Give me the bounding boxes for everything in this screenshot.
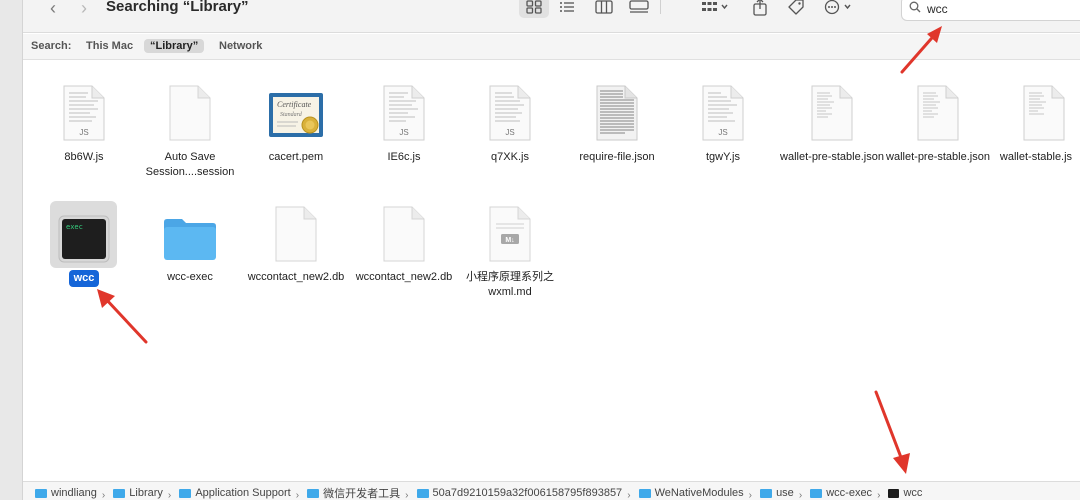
document-icon: [374, 203, 434, 265]
tag-button[interactable]: [781, 0, 811, 18]
terminal-exec-icon: exec: [54, 208, 114, 270]
svg-text:JS: JS: [505, 128, 514, 137]
svg-text:JS: JS: [718, 128, 727, 137]
exec-icon: [888, 488, 900, 498]
path-crumb[interactable]: 微信开发者工具: [307, 485, 400, 500]
icon-view-button[interactable]: [519, 0, 549, 18]
path-separator: ›: [877, 489, 881, 500]
more-actions-button[interactable]: [819, 0, 859, 18]
folder-icon: [307, 488, 320, 498]
scope-this-mac[interactable]: This Mac: [86, 40, 133, 52]
file-name: cacert.pem: [268, 151, 324, 163]
document-icon: [266, 203, 326, 265]
js-file-icon: JS: [480, 82, 540, 144]
path-separator: ›: [748, 489, 752, 500]
path-crumb[interactable]: wcc: [888, 487, 922, 499]
certificate-icon: Certificate Standard: [266, 86, 326, 148]
forward-button[interactable]: ›: [73, 0, 95, 18]
sidebar-edge: [0, 0, 23, 500]
file-name: wallet-stable.js: [999, 151, 1073, 163]
file-name: Auto Save Session....session: [145, 151, 235, 178]
js-file-icon: [1014, 82, 1074, 144]
file-name: q7XK.js: [491, 151, 529, 163]
selected-file-label: wcc: [68, 270, 100, 287]
path-separator: ›: [101, 489, 106, 500]
folder-icon: [160, 208, 220, 270]
scope-library[interactable]: “Library”: [144, 39, 205, 53]
file-name: wallet-pre-stable.json: [886, 151, 990, 163]
search-scope-label: Search:: [31, 40, 72, 52]
file-name: wcc-exec: [167, 271, 213, 283]
file-name: 小程序原理系列之wxml.md: [466, 271, 554, 298]
svg-text:JS: JS: [79, 128, 88, 137]
markdown-file-icon: M↓: [480, 203, 540, 265]
folder-icon: [179, 488, 192, 498]
svg-text:JS: JS: [399, 128, 408, 137]
column-view-button[interactable]: [589, 0, 619, 18]
js-file-icon: JS: [693, 82, 753, 144]
file-name: require-file.json: [579, 151, 655, 163]
path-separator: ›: [295, 489, 300, 500]
js-file-icon: JS: [54, 82, 114, 144]
share-icon: [753, 0, 767, 16]
js-file-icon: JS: [374, 82, 434, 144]
folder-icon: [760, 488, 773, 498]
gallery-view-button[interactable]: [624, 0, 654, 18]
column-view-icon: [595, 0, 613, 14]
search-input-value: wcc: [927, 2, 948, 16]
share-button[interactable]: [745, 0, 775, 18]
search-scope-bar: Search: This Mac “Library” Network: [23, 34, 1080, 60]
svg-text:Certificate: Certificate: [277, 100, 312, 109]
path-crumb[interactable]: Application Support: [179, 487, 291, 499]
json-file-icon: [587, 82, 647, 144]
path-separator: ›: [167, 489, 172, 500]
path-crumb[interactable]: use: [760, 487, 794, 499]
icon-view-grid-icon: [526, 0, 542, 14]
toolbar: ‹ › Searching “Library” wcc: [23, 0, 1080, 33]
path-crumb[interactable]: WeNativeModules: [638, 487, 744, 499]
folder-icon: [416, 488, 429, 498]
folder-icon: [638, 488, 651, 498]
path-bar: windliang › Library › Application Support ›…: [23, 481, 1080, 500]
path-crumb[interactable]: 50a7d9210159a32f006158795f893857: [416, 487, 622, 499]
window-title: Searching “Library”: [106, 0, 249, 15]
json-file-icon: [908, 82, 968, 144]
file-name: wccontact_new2.db: [247, 271, 345, 283]
group-icon: [702, 2, 728, 11]
path-separator: ›: [627, 489, 631, 500]
search-field[interactable]: wcc: [901, 0, 1080, 21]
scope-network[interactable]: Network: [219, 40, 262, 52]
svg-text:exec: exec: [66, 223, 83, 231]
file-name: wcc: [31, 270, 137, 287]
file-grid: JS 8b6W.js Auto Save Session....session …: [23, 60, 1080, 480]
svg-text:M↓: M↓: [505, 237, 514, 244]
file-name: 8b6W.js: [64, 151, 104, 163]
path-crumb[interactable]: Library: [113, 487, 163, 499]
chevron-left-icon: ‹: [50, 0, 56, 18]
json-file-icon: [802, 82, 862, 144]
path-separator: ›: [798, 489, 803, 500]
path-separator: ›: [405, 489, 409, 500]
chevron-right-icon: ›: [81, 0, 87, 18]
document-icon: [160, 82, 220, 144]
list-view-icon: [560, 2, 574, 12]
file-name: wallet-pre-stable.json: [780, 151, 884, 163]
svg-text:Standard: Standard: [280, 112, 303, 118]
folder-icon: [35, 488, 47, 498]
toolbar-divider: [660, 0, 661, 14]
gallery-view-icon: [629, 0, 649, 13]
folder-icon: [113, 488, 126, 498]
file-name: wccontact_new2.db: [355, 271, 453, 283]
folder-icon: [810, 488, 823, 498]
file-name: tgwY.js: [705, 151, 741, 163]
more-actions-icon: [824, 0, 851, 15]
back-button[interactable]: ‹: [42, 0, 64, 18]
group-button[interactable]: [695, 0, 735, 18]
list-view-button[interactable]: [552, 0, 582, 18]
path-crumb[interactable]: windliang: [35, 487, 97, 499]
path-crumb[interactable]: wcc-exec: [810, 487, 872, 499]
search-icon: [909, 1, 921, 13]
tag-icon: [788, 0, 804, 15]
file-name: IE6c.js: [387, 151, 421, 163]
